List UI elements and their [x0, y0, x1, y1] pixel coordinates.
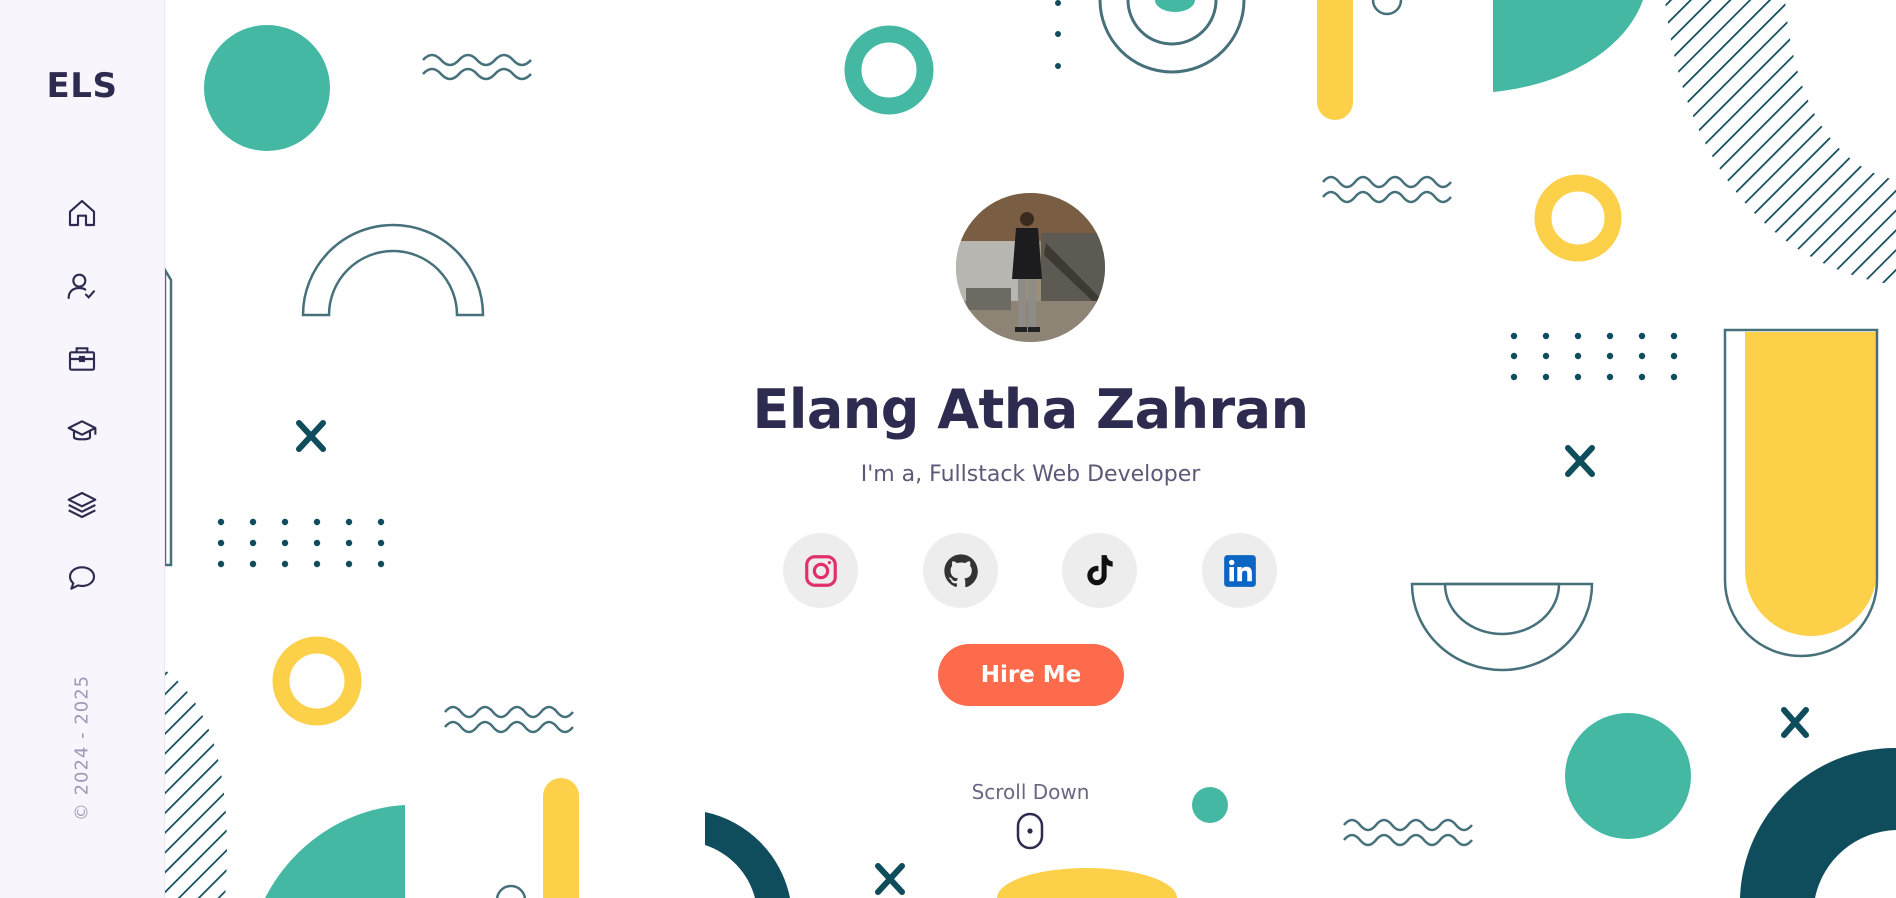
tiktok-link[interactable]	[1062, 533, 1137, 608]
hero-name: Elang Atha Zahran	[752, 378, 1309, 441]
graduation-cap-icon	[67, 420, 97, 441]
hero-role: I'm a, Fullstack Web Developer	[860, 462, 1201, 487]
linkedin-icon	[1223, 554, 1256, 587]
nav-portfolio[interactable]	[64, 341, 100, 377]
user-check-icon	[67, 273, 96, 300]
nav-skills[interactable]	[64, 487, 100, 523]
site-logo[interactable]: ELS	[0, 66, 164, 106]
layers-icon	[67, 491, 97, 519]
mouse-scroll-icon[interactable]	[1016, 812, 1044, 850]
github-link[interactable]	[923, 533, 998, 608]
briefcase-icon	[68, 347, 96, 371]
linkedin-link[interactable]	[1202, 533, 1277, 608]
instagram-icon	[804, 554, 837, 587]
hero-content: Elang Atha Zahran I'm a, Fullstack Web D…	[165, 0, 1896, 898]
github-icon	[943, 553, 978, 587]
hire-me-button[interactable]: Hire Me	[938, 644, 1124, 706]
chat-icon	[68, 566, 96, 590]
sidebar: ELS © 2024 - 2025	[0, 0, 165, 898]
nav-education[interactable]	[64, 414, 100, 450]
scroll-down-label[interactable]: Scroll Down	[165, 780, 1896, 804]
nav-home[interactable]	[64, 195, 100, 231]
profile-photo	[956, 193, 1105, 342]
tiktok-icon	[1086, 554, 1113, 585]
home-icon	[68, 199, 96, 227]
profile-photo-image	[956, 193, 1105, 342]
copyright-text: © 2024 - 2025	[71, 674, 93, 822]
nav-about[interactable]	[64, 268, 100, 304]
nav-contact[interactable]	[64, 560, 100, 596]
instagram-link[interactable]	[783, 533, 858, 608]
hero-section: Elang Atha Zahran I'm a, Fullstack Web D…	[165, 0, 1896, 898]
